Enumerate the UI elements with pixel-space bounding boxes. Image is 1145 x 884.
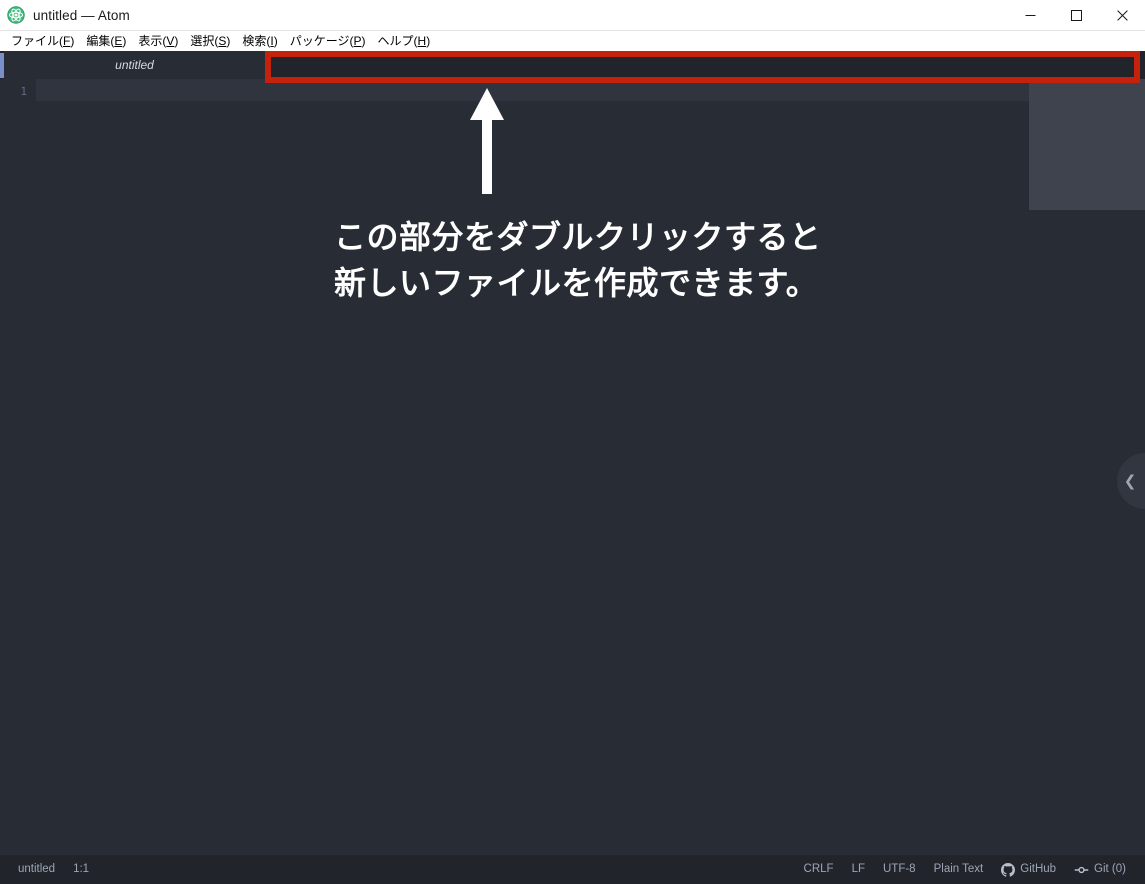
status-line-ending-selector[interactable]: CRLF bbox=[795, 855, 843, 884]
atom-workspace: untitled 1 ❮ untitled 1:1 CRLF LF bbox=[0, 51, 1145, 884]
status-git-toggle[interactable]: Git (0) bbox=[1065, 855, 1135, 884]
chevron-left-icon: ❮ bbox=[1124, 474, 1137, 489]
editor-gutter: 1 bbox=[0, 79, 36, 855]
menu-packages-tail: ) bbox=[362, 34, 366, 48]
menu-edit-text: 編集( bbox=[86, 34, 114, 48]
minimap[interactable] bbox=[1029, 79, 1145, 210]
menu-help[interactable]: ヘルプ(H) bbox=[372, 31, 437, 51]
line-number-1: 1 bbox=[20, 81, 27, 102]
status-git-label: Git (0) bbox=[1094, 855, 1126, 884]
status-cursor-position[interactable]: 1:1 bbox=[64, 855, 98, 884]
menu-file-text: ファイル( bbox=[11, 34, 63, 48]
menu-help-tail: ) bbox=[426, 34, 430, 48]
menu-packages-accel: P bbox=[354, 34, 362, 48]
menu-selection-tail: ) bbox=[226, 34, 230, 48]
menu-edit[interactable]: 編集(E) bbox=[80, 31, 132, 51]
close-icon bbox=[1117, 10, 1128, 21]
tab-untitled[interactable]: untitled bbox=[4, 51, 265, 79]
window-titlebar: untitled — Atom bbox=[0, 0, 1145, 31]
status-encoding-selector[interactable]: UTF-8 bbox=[874, 855, 925, 884]
close-button[interactable] bbox=[1099, 0, 1145, 31]
menu-find-tail: ) bbox=[274, 34, 278, 48]
menu-view-tail: ) bbox=[174, 34, 178, 48]
menu-find-text: 検索( bbox=[242, 34, 270, 48]
menu-selection[interactable]: 選択(S) bbox=[184, 31, 236, 51]
menubar: ファイル(F) 編集(E) 表示(V) 選択(S) 検索(I) パッケージ(P)… bbox=[0, 31, 1145, 51]
status-github-toggle[interactable]: GitHub bbox=[992, 855, 1065, 884]
menu-packages-text: パッケージ( bbox=[290, 34, 354, 48]
menu-edit-tail: ) bbox=[122, 34, 126, 48]
tab-bar-empty-area[interactable] bbox=[265, 51, 1145, 79]
status-line-ending-indicator[interactable]: LF bbox=[843, 855, 874, 884]
status-bar-right: CRLF LF UTF-8 Plain Text GitHub bbox=[795, 855, 1145, 884]
window-title: untitled — Atom bbox=[33, 0, 130, 31]
maximize-button[interactable] bbox=[1053, 0, 1099, 31]
text-editor[interactable]: 1 ❮ bbox=[0, 79, 1145, 855]
atom-window: untitled — Atom ファイル(F) 編集(E) bbox=[0, 0, 1145, 884]
status-bar: untitled 1:1 CRLF LF UTF-8 Plain Text Gi… bbox=[0, 855, 1145, 884]
menu-find[interactable]: 検索(I) bbox=[236, 31, 283, 51]
status-file-name[interactable]: untitled bbox=[9, 855, 64, 884]
atom-logo-icon bbox=[7, 6, 25, 24]
menu-help-text: ヘルプ( bbox=[378, 34, 418, 48]
maximize-icon bbox=[1071, 10, 1082, 21]
status-github-label: GitHub bbox=[1020, 855, 1056, 884]
menu-selection-text: 選択( bbox=[190, 34, 218, 48]
menu-view-text: 表示( bbox=[138, 34, 166, 48]
status-grammar-selector[interactable]: Plain Text bbox=[925, 855, 993, 884]
minimize-icon bbox=[1025, 10, 1036, 21]
menu-help-accel: H bbox=[418, 34, 427, 48]
menu-view[interactable]: 表示(V) bbox=[132, 31, 184, 51]
git-branch-icon bbox=[1074, 863, 1089, 877]
github-icon bbox=[1001, 863, 1015, 877]
right-dock-toggle-button[interactable]: ❮ bbox=[1117, 453, 1145, 509]
status-bar-left: untitled 1:1 bbox=[0, 855, 98, 884]
menu-file-tail: ) bbox=[70, 34, 74, 48]
menu-packages[interactable]: パッケージ(P) bbox=[284, 31, 372, 51]
tab-bar: untitled bbox=[0, 51, 1145, 79]
minimize-button[interactable] bbox=[1007, 0, 1053, 31]
menu-file[interactable]: ファイル(F) bbox=[5, 31, 80, 51]
window-controls bbox=[1007, 0, 1145, 31]
cursor-line-highlight bbox=[36, 79, 1029, 101]
tab-title: untitled bbox=[115, 58, 154, 72]
